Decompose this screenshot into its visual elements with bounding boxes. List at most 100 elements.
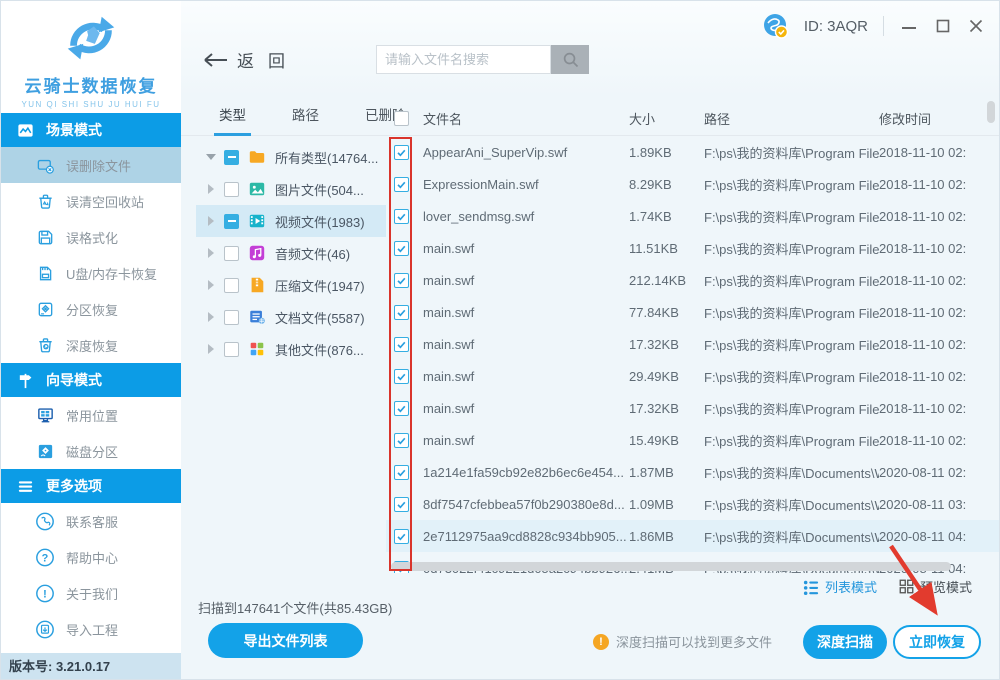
search-input[interactable] — [376, 45, 551, 74]
sidebar-item[interactable]: 导入工程 — [1, 611, 181, 647]
warning-icon: ! — [593, 633, 609, 650]
tree-checkbox[interactable] — [224, 341, 239, 357]
sidebar-item[interactable]: 误删除文件 — [1, 147, 181, 183]
cell-size: 1.89KB — [629, 144, 672, 160]
cell-modified: 2018-11-10 02: — [879, 336, 967, 352]
row-checkbox[interactable] — [394, 176, 409, 192]
row-checkbox[interactable] — [394, 304, 409, 320]
tree-item[interactable]: 压缩文件(1947) — [196, 269, 386, 301]
video-file-icon — [248, 212, 266, 230]
expand-arrow-icon[interactable] — [207, 280, 214, 290]
table-row[interactable]: main.swf 15.49KB F:\ps\我的资料库\Program Fil… — [386, 424, 999, 456]
cell-filename: main.swf — [423, 240, 475, 256]
table-row[interactable]: ExpressionMain.swf 8.29KB F:\ps\我的资料库\Pr… — [386, 168, 999, 200]
sidebar-section-header[interactable]: 场景模式 — [1, 113, 181, 147]
vertical-scrollbar[interactable] — [987, 101, 995, 123]
tree-checkbox[interactable] — [224, 213, 239, 229]
export-file-list-button[interactable]: 导出文件列表 — [208, 623, 363, 658]
table-row[interactable]: AppearAni_SuperVip.swf 1.89KB F:\ps\我的资料… — [386, 136, 999, 168]
collapse-arrow-icon[interactable] — [205, 154, 216, 160]
close-button[interactable] — [967, 17, 985, 35]
header-path[interactable]: 路径 — [704, 109, 879, 128]
row-checkbox[interactable] — [394, 464, 409, 480]
tree-item[interactable]: 视频文件(1983) — [196, 205, 386, 237]
tree-checkbox[interactable] — [224, 149, 239, 165]
recover-now-button[interactable]: 立即恢复 — [893, 625, 981, 659]
table-row[interactable]: lover_sendmsg.swf 1.74KB F:\ps\我的资料库\Pro… — [386, 200, 999, 232]
row-checkbox[interactable] — [394, 496, 409, 512]
undelete-icon — [35, 155, 55, 175]
row-checkbox[interactable] — [394, 240, 409, 256]
select-all-checkbox[interactable] — [394, 111, 409, 126]
tree-checkbox[interactable] — [224, 277, 239, 293]
row-checkbox[interactable] — [394, 144, 409, 160]
sidebar-item[interactable]: ? 帮助中心 — [1, 539, 181, 575]
table-row[interactable]: main.swf 11.51KB F:\ps\我的资料库\Program Fil… — [386, 232, 999, 264]
search-button[interactable] — [551, 45, 589, 74]
back-button[interactable]: 返回 — [203, 47, 299, 72]
sidebar-item[interactable]: U盘/内存卡恢复 — [1, 255, 181, 291]
cell-path: F:\ps\我的资料库\Program Files\T... — [704, 241, 879, 257]
row-checkbox[interactable] — [394, 432, 409, 448]
user-id-label: ID: 3AQR — [803, 17, 868, 35]
row-checkbox[interactable] — [394, 336, 409, 352]
expand-arrow-icon[interactable] — [207, 184, 214, 194]
tree-checkbox[interactable] — [224, 181, 239, 197]
row-checkbox[interactable] — [394, 208, 409, 224]
sidebar-item[interactable]: 联系客服 — [1, 503, 181, 539]
table-row[interactable]: main.swf 77.84KB F:\ps\我的资料库\Program Fil… — [386, 296, 999, 328]
table-row[interactable]: main.swf 212.14KB F:\ps\我的资料库\Program Fi… — [386, 264, 999, 296]
horizontal-scrollbar[interactable] — [391, 562, 951, 571]
deep-scan-button[interactable]: 深度扫描 — [803, 625, 887, 659]
sidebar-section-header[interactable]: 更多选项 — [1, 469, 181, 503]
sidebar-item[interactable]: 深度恢复 — [1, 327, 181, 363]
tab-path[interactable]: 路径 — [287, 104, 324, 136]
expand-arrow-icon[interactable] — [207, 344, 214, 354]
cell-filename: 8df7547cfebbea57f0b290380e8d... — [423, 496, 625, 512]
header-size[interactable]: 大小 — [629, 109, 704, 128]
sidebar-item[interactable]: ! 关于我们 — [1, 575, 181, 611]
table-row[interactable]: main.swf 17.32KB F:\ps\我的资料库\Program Fil… — [386, 328, 999, 360]
sidebar-item-label: 误删除文件 — [66, 158, 132, 174]
expand-arrow-icon[interactable] — [207, 312, 214, 322]
cell-size: 212.14KB — [629, 272, 687, 288]
tree-item[interactable]: 音频文件(46) — [196, 237, 386, 269]
sidebar-item[interactable]: 误清空回收站 — [1, 183, 181, 219]
tree-checkbox[interactable] — [224, 245, 239, 261]
sidebar-item-label: 帮助中心 — [66, 550, 119, 566]
table-row[interactable]: 1a214e1fa59cb92e82b6ec6e454... 1.87MB F:… — [386, 456, 999, 488]
tree-item[interactable]: 所有类型(14764... — [196, 141, 386, 173]
row-checkbox[interactable] — [394, 368, 409, 384]
tree-item-label: 所有类型(14764... — [275, 150, 379, 166]
usb-card-icon — [35, 263, 55, 283]
sidebar-item[interactable]: 分区恢复 — [1, 291, 181, 327]
preview-mode-toggle[interactable]: 预览模式 — [899, 577, 972, 596]
header-filename[interactable]: 文件名 — [416, 109, 629, 128]
minimize-button[interactable] — [899, 17, 919, 35]
row-checkbox[interactable] — [394, 400, 409, 416]
sidebar-item[interactable]: 磁盘分区 — [1, 433, 181, 469]
tree-item[interactable]: 文档文件(5587) — [196, 301, 386, 333]
tree-checkbox[interactable] — [224, 309, 239, 325]
table-row[interactable]: main.swf 17.32KB F:\ps\我的资料库\Program Fil… — [386, 392, 999, 424]
tree-item[interactable]: 图片文件(504... — [196, 173, 386, 205]
sidebar-section-header[interactable]: 向导模式 — [1, 363, 181, 397]
tab-type[interactable]: 类型 — [214, 104, 251, 136]
expand-arrow-icon[interactable] — [207, 248, 214, 258]
table-row[interactable]: 2e7112975aa9cd8828c934bb905... 1.86MB F:… — [386, 520, 999, 552]
tree-item[interactable]: 其他文件(876... — [196, 333, 386, 365]
list-mode-toggle[interactable]: 列表模式 — [803, 577, 877, 596]
sidebar-item[interactable]: 误格式化 — [1, 219, 181, 255]
table-row[interactable]: 8df7547cfebbea57f0b290380e8d... 1.09MB F… — [386, 488, 999, 520]
expand-arrow-icon[interactable] — [207, 216, 214, 226]
table-row[interactable]: main.swf 29.49KB F:\ps\我的资料库\Program Fil… — [386, 360, 999, 392]
row-checkbox[interactable] — [394, 528, 409, 544]
section-label: 向导模式 — [46, 372, 102, 388]
row-checkbox[interactable] — [394, 272, 409, 288]
cell-modified: 2018-11-10 02: — [879, 208, 967, 224]
sidebar-item-label: 常用位置 — [66, 408, 119, 424]
header-modified[interactable]: 修改时间 — [879, 109, 999, 128]
maximize-button[interactable] — [934, 17, 952, 35]
cell-path: F:\ps\我的资料库\Program Files\T... — [704, 305, 879, 321]
sidebar-item[interactable]: 常用位置 — [1, 397, 181, 433]
